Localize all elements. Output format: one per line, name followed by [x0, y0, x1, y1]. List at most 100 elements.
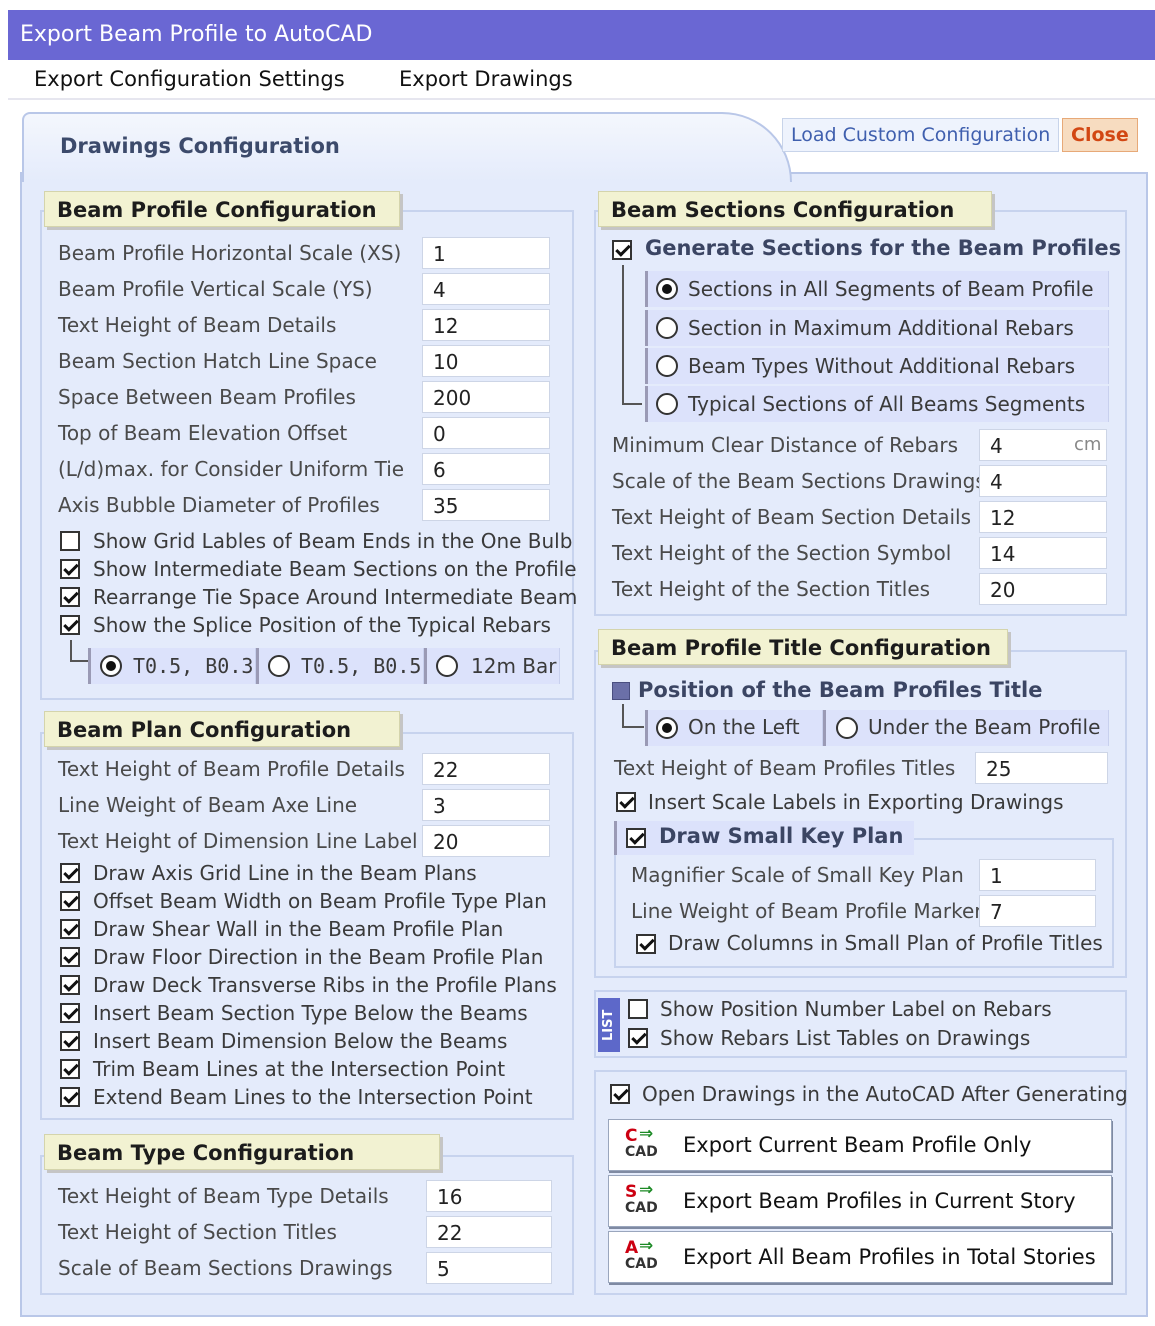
checkbox-label: Trim Beam Lines at the Intersection Poin… — [93, 1057, 506, 1081]
splice-t05-b03-radio[interactable] — [100, 655, 122, 677]
field-label: Text Height of Beam Details — [58, 313, 337, 337]
checkbox-label: Insert Beam Dimension Below the Beams — [93, 1029, 508, 1053]
beam-types-without-additional-radio[interactable] — [656, 355, 678, 377]
menu-bar: Export Configuration Settings Export Dra… — [8, 60, 1155, 100]
field-label: Scale of Beam Sections Drawings — [58, 1256, 393, 1280]
field-label: Beam Profile Horizontal Scale (XS) — [58, 241, 402, 265]
window-title-bar: Export Beam Profile to AutoCAD — [8, 10, 1155, 60]
checkbox-label: Generate Sections for the Beam Profiles — [645, 236, 1122, 260]
show-rebars-list-checkbox[interactable] — [628, 1028, 648, 1048]
show-position-number-checkbox[interactable] — [628, 999, 648, 1019]
field-label: Text Height of Beam Profile Details — [58, 757, 405, 781]
show-grid-lables-checkbox[interactable] — [60, 531, 80, 551]
checkbox-label: Show the Splice Position of the Typical … — [93, 613, 551, 637]
elevation-offset-input[interactable]: 0 — [422, 417, 550, 449]
insert-scale-labels-checkbox[interactable] — [616, 792, 636, 812]
close-button[interactable]: Close — [1062, 118, 1138, 152]
profile-title-header: Beam Profile Title Configuration — [598, 629, 1008, 665]
field-label: Top of Beam Elevation Offset — [58, 421, 348, 445]
section-titles-height-input[interactable]: 20 — [979, 573, 1107, 605]
field-label: Minimum Clear Distance of Rebars — [612, 433, 959, 457]
open-after-generating-checkbox[interactable] — [610, 1084, 630, 1104]
show-splice-position-checkbox[interactable] — [60, 615, 80, 635]
offset-beam-width-checkbox[interactable] — [60, 891, 80, 911]
section-max-additional-radio[interactable] — [656, 317, 678, 339]
field-label: Axis Bubble Diameter of Profiles — [58, 493, 380, 517]
dimension-label-height-input[interactable]: 20 — [422, 825, 550, 857]
beam-sections-header: Beam Sections Configuration — [598, 191, 992, 227]
field-label: Line Weight of Beam Profile Marker — [631, 899, 983, 923]
magnifier-scale-input[interactable]: 1 — [979, 859, 1096, 891]
generate-sections-checkbox[interactable] — [612, 240, 632, 260]
draw-shear-wall-checkbox[interactable] — [60, 919, 80, 939]
checkbox-label: Show Intermediate Beam Sections on the P… — [93, 557, 577, 581]
position-on-left-radio[interactable] — [656, 717, 678, 739]
beam-sections-scale-input[interactable]: 5 — [426, 1252, 552, 1284]
export-current-profile-button[interactable]: C ⇒ CAD Export Current Beam Profile Only — [608, 1119, 1112, 1171]
menu-export-drawings[interactable]: Export Drawings — [399, 67, 573, 91]
radio-label: T0.5, B0.3 — [133, 654, 254, 678]
menu-export-configuration-settings[interactable]: Export Configuration Settings — [34, 67, 345, 91]
radio-label: Section in Maximum Additional Rebars — [688, 316, 1074, 340]
checkbox-label: Draw Shear Wall in the Beam Profile Plan — [93, 917, 504, 941]
field-label: Line Weight of Beam Axe Line — [58, 793, 358, 817]
profile-marker-weight-input[interactable]: 7 — [979, 895, 1096, 927]
horizontal-scale-input[interactable]: 1 — [422, 237, 550, 269]
trim-beam-lines-checkbox[interactable] — [60, 1059, 80, 1079]
radio-label: Typical Sections of All Beams Segments — [688, 392, 1086, 416]
show-intermediate-sections-checkbox[interactable] — [60, 559, 80, 579]
tree-connector — [622, 704, 644, 728]
field-label: Space Between Beam Profiles — [58, 385, 356, 409]
text-height-details-input[interactable]: 12 — [422, 309, 550, 341]
section-titles-height-input[interactable]: 22 — [426, 1216, 552, 1248]
sections-all-segments-radio[interactable] — [656, 278, 678, 300]
hatch-line-space-input[interactable]: 10 — [422, 345, 550, 377]
draw-columns-checkbox[interactable] — [636, 934, 656, 954]
section-marker-icon — [612, 682, 630, 700]
profile-details-height-input[interactable]: 22 — [422, 753, 550, 785]
section-symbol-height-input[interactable]: 14 — [979, 537, 1107, 569]
load-custom-configuration-button[interactable]: Load Custom Configuration — [782, 118, 1060, 152]
checkbox-label: Rearrange Tie Space Around Intermediate … — [93, 585, 578, 609]
insert-beam-dimension-checkbox[interactable] — [60, 1031, 80, 1051]
field-label: Magnifier Scale of Small Key Plan — [631, 863, 964, 887]
checkbox-label: Show Grid Lables of Beam Ends in the One… — [93, 529, 573, 553]
splice-12m-bar-radio[interactable] — [436, 655, 458, 677]
beam-type-details-height-input[interactable]: 16 — [426, 1180, 552, 1212]
extend-beam-lines-checkbox[interactable] — [60, 1087, 80, 1107]
ld-max-input[interactable]: 6 — [422, 453, 550, 485]
space-between-profiles-input[interactable]: 200 — [422, 381, 550, 413]
axe-line-weight-input[interactable]: 3 — [422, 789, 550, 821]
window-title: Export Beam Profile to AutoCAD — [20, 22, 373, 47]
field-label: (L/d)max. for Consider Uniform Tie — [58, 457, 405, 481]
field-label: Beam Section Hatch Line Space — [58, 349, 377, 373]
field-label: Scale of the Beam Sections Drawings — [612, 469, 986, 493]
rearrange-tie-space-checkbox[interactable] — [60, 587, 80, 607]
section-details-height-input[interactable]: 12 — [979, 501, 1107, 533]
draw-small-key-plan-checkbox[interactable] — [626, 828, 646, 848]
splice-t05-b05-radio[interactable] — [268, 655, 290, 677]
field-label: Text Height of Dimension Line Label — [58, 829, 418, 853]
list-badge-icon: LIST — [598, 998, 620, 1052]
export-current-story-button[interactable]: S ⇒ CAD Export Beam Profiles in Current S… — [608, 1175, 1112, 1227]
checkbox-label: Open Drawings in the AutoCAD After Gener… — [642, 1082, 1128, 1106]
checkbox-label: Show Rebars List Tables on Drawings — [660, 1026, 1031, 1050]
checkbox-label: Extend Beam Lines to the Intersection Po… — [93, 1085, 533, 1109]
vertical-scale-input[interactable]: 4 — [422, 273, 550, 305]
typical-sections-radio[interactable] — [656, 393, 678, 415]
draw-deck-ribs-checkbox[interactable] — [60, 975, 80, 995]
profile-titles-height-input[interactable]: 25 — [975, 752, 1108, 784]
export-all-stories-button[interactable]: A ⇒ CAD Export All Beam Profiles in Total… — [608, 1231, 1112, 1283]
position-under-profile-radio[interactable] — [836, 717, 858, 739]
draw-floor-direction-checkbox[interactable] — [60, 947, 80, 967]
checkbox-label: Draw Small Key Plan — [659, 824, 904, 848]
draw-axis-grid-checkbox[interactable] — [60, 863, 80, 883]
cad-export-icon: A ⇒ CAD — [625, 1236, 658, 1272]
sections-scale-input[interactable]: 4 — [979, 465, 1107, 497]
cad-export-icon: S ⇒ CAD — [625, 1180, 658, 1216]
insert-section-type-checkbox[interactable] — [60, 1003, 80, 1023]
checkbox-label: Draw Axis Grid Line in the Beam Plans — [93, 861, 477, 885]
radio-label: T0.5, B0.5 — [301, 654, 422, 678]
bubble-diameter-input[interactable]: 35 — [422, 489, 550, 521]
unit-label: cm — [1074, 434, 1102, 455]
